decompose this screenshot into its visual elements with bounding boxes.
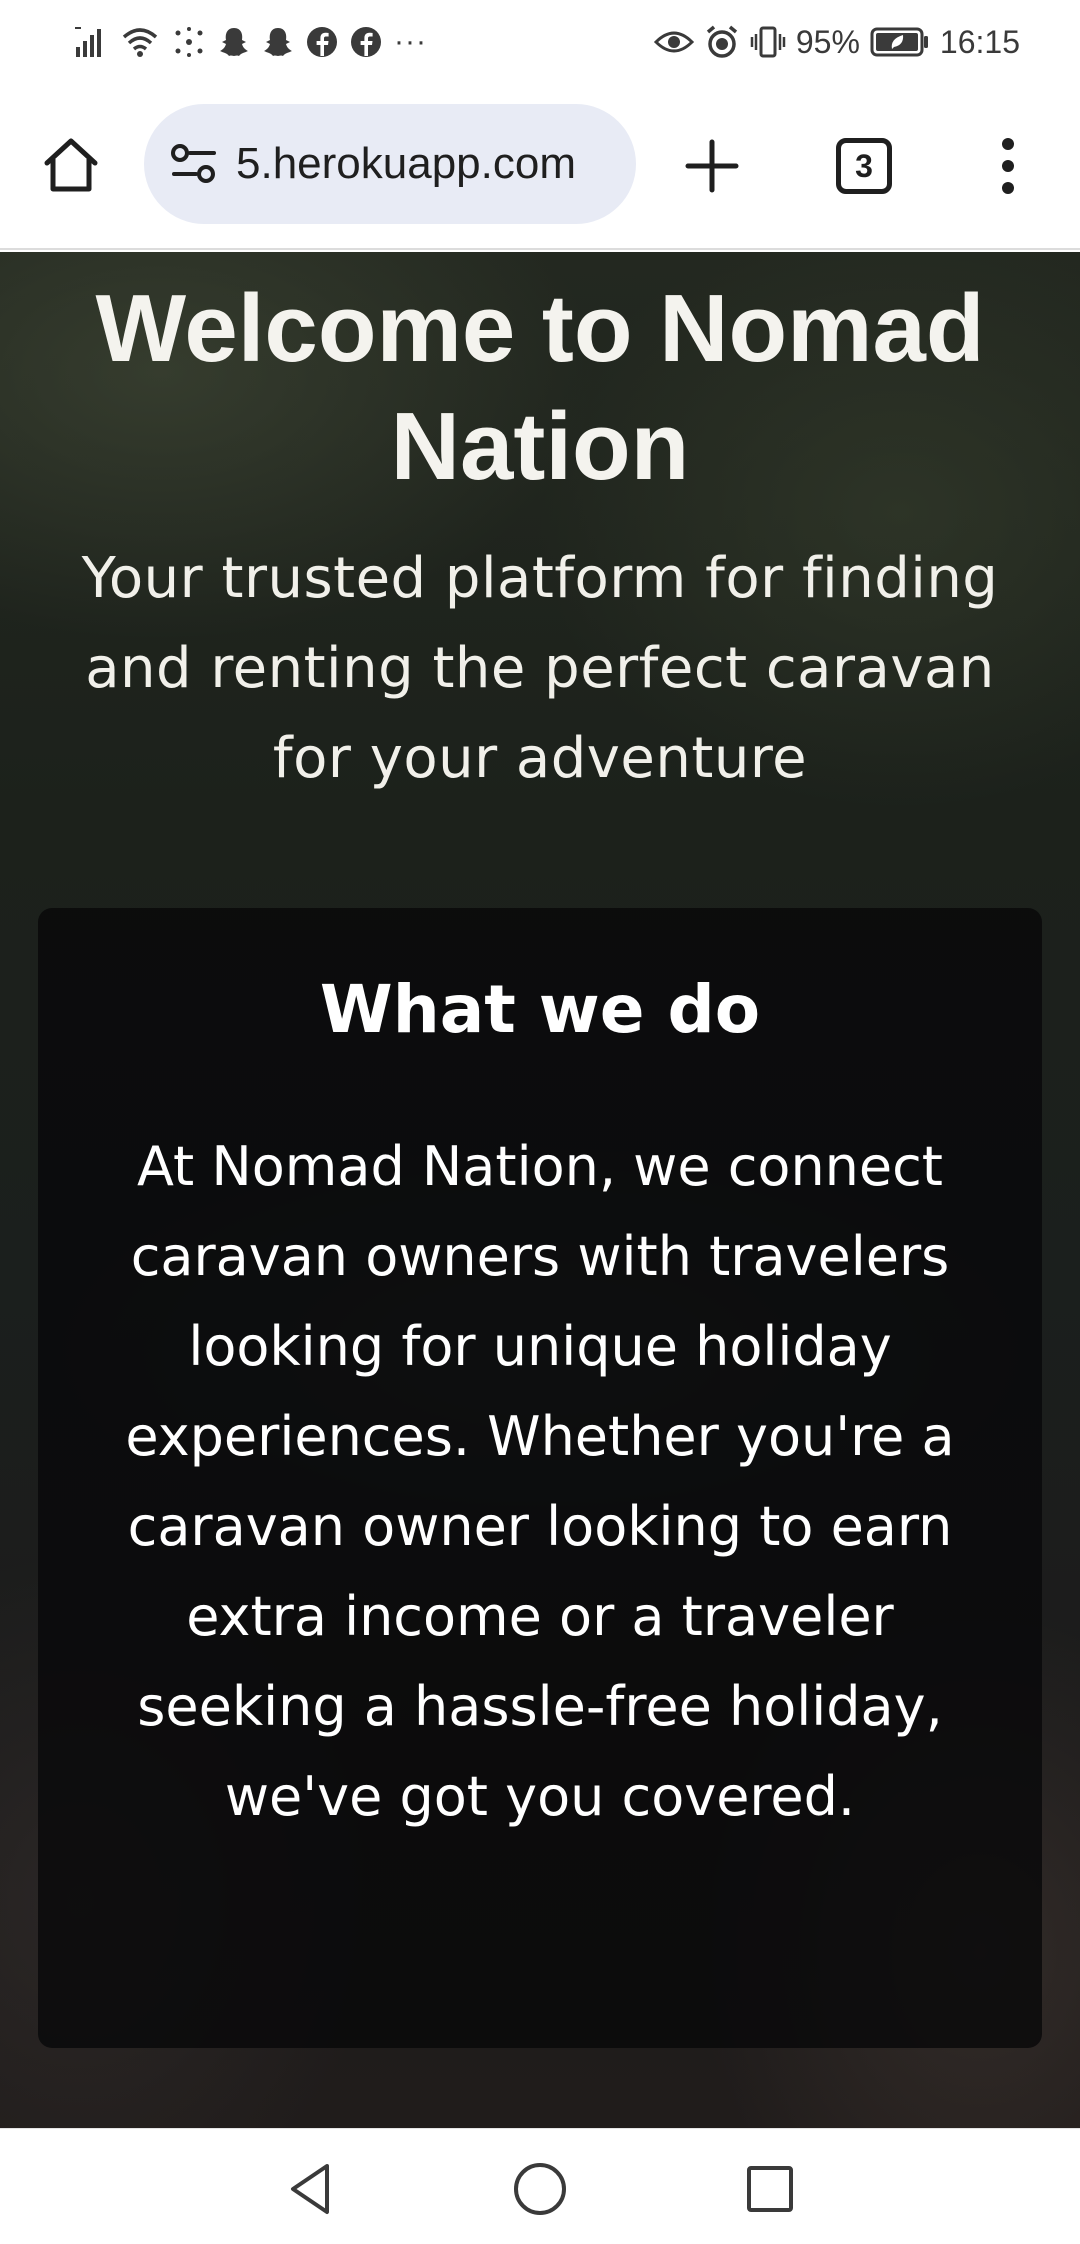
status-left-group: ··· — [74, 20, 427, 64]
address-bar[interactable]: 5.herokuapp.com — [144, 104, 636, 224]
more-notifications: ··· — [394, 25, 427, 58]
new-tab-button[interactable] — [676, 130, 748, 202]
home-button[interactable] — [36, 130, 106, 200]
eye-icon — [653, 27, 694, 57]
back-button[interactable] — [280, 2159, 340, 2219]
signal-icon — [74, 25, 108, 59]
browser-toolbar: 5.herokuapp.com 3 — [0, 82, 1080, 250]
recents-icon — [747, 2166, 793, 2212]
facebook-icon — [306, 26, 338, 58]
wifi-icon — [120, 25, 160, 59]
snapchat-icon — [262, 25, 294, 59]
system-navigation-bar — [0, 2128, 1080, 2244]
browser-menu-button[interactable] — [992, 130, 1024, 202]
status-right-group: 95% 16:15 — [653, 20, 1020, 64]
what-we-do-text: At Nomad Nation, we connect caravan owne… — [125, 1135, 955, 1828]
more-vert-icon — [1002, 138, 1014, 194]
plus-icon — [685, 139, 739, 193]
hotspot-icon — [172, 25, 206, 59]
tune-icon — [171, 144, 216, 183]
snapchat-icon — [218, 25, 250, 59]
battery-icon — [870, 25, 930, 59]
url-text[interactable]: 5.herokuapp.com — [236, 139, 576, 189]
home-nav-button[interactable] — [510, 2159, 570, 2219]
alarm-icon — [704, 24, 740, 60]
facebook-icon — [350, 26, 382, 58]
what-we-do-title: What we do — [319, 971, 761, 1048]
page-content[interactable]: Welcome to Nomad Nation Your trusted pla… — [0, 252, 1080, 2128]
recents-button[interactable] — [740, 2159, 800, 2219]
vibrate-icon — [750, 25, 786, 59]
battery-percentage: 95% — [795, 23, 860, 60]
tab-switcher-button[interactable]: 3 — [836, 138, 892, 194]
site-info-button[interactable] — [168, 138, 220, 190]
what-we-do-card: What we do At Nomad Nation, we connect c… — [38, 908, 1042, 2048]
status-bar: ··· 95% 16:15 — [0, 0, 1080, 82]
home-icon — [44, 138, 98, 192]
back-icon — [291, 2164, 329, 2214]
home-circle-icon — [514, 2163, 566, 2215]
hero-subtitle: Your trusted platform for finding and re… — [81, 546, 999, 791]
hero-title: Welcome to Nomad Nation — [95, 275, 985, 500]
clock: 16:15 — [939, 23, 1020, 60]
